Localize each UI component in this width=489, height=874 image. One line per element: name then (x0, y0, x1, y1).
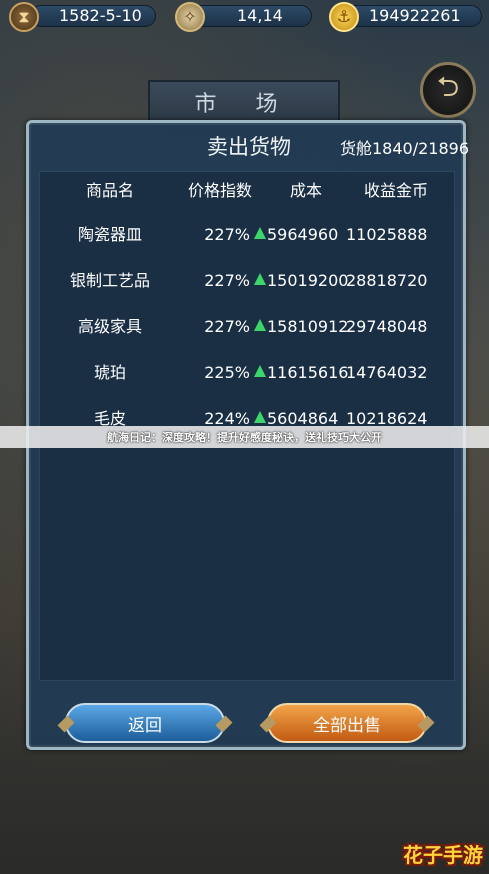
trend-up-icon (254, 411, 266, 423)
price-index: 225% (204, 363, 250, 382)
table-row[interactable]: 银制工艺品 227% 15019200 28818720 (40, 268, 456, 294)
return-arrow-button[interactable] (420, 62, 476, 118)
coordinate-value: 14,14 (237, 6, 283, 25)
goods-name: 高级家具 (77, 317, 142, 336)
header-name: 商品名 (85, 181, 134, 200)
trend-up-icon (254, 273, 266, 285)
market-sign: 市 场 (148, 80, 340, 124)
price-index: 227% (204, 317, 250, 336)
header-price-index: 价格指数 (187, 181, 252, 200)
cost-value: 5964960 (267, 225, 339, 244)
sell-all-button[interactable]: 全部出售 (267, 703, 427, 743)
table-header: 商品名 价格指数 成本 收益金币 (40, 178, 456, 204)
gold-display: 194922261 (329, 2, 482, 32)
cargo-value: 1840/21896 (371, 139, 469, 158)
cargo-label: 货舱 (339, 139, 372, 158)
table-row[interactable]: 陶瓷器皿 227% 5964960 11025888 (40, 222, 456, 248)
table-row[interactable]: 高级家具 227% 15810912 29748048 (40, 314, 456, 340)
cargo-capacity: 货舱1840/21896 (340, 135, 469, 159)
date-display: 1582-5-10 (9, 2, 156, 32)
price-index: 227% (204, 271, 250, 290)
gold-coin-icon (329, 2, 359, 32)
table-row[interactable]: 琥珀 225% 11615616 14764032 (40, 360, 456, 386)
goods-name: 银制工艺品 (69, 271, 150, 290)
back-button[interactable]: 返回 (65, 703, 225, 743)
top-status-bar: 1582-5-10 14,14 194922261 (0, 0, 489, 34)
trend-up-icon (254, 365, 266, 377)
goods-name: 琥珀 (93, 363, 126, 382)
revenue-value: 28818720 (346, 271, 428, 290)
revenue-value: 29748048 (346, 317, 428, 336)
hourglass-icon (9, 2, 39, 32)
cost-value: 15810912 (267, 317, 349, 336)
revenue-value: 14764032 (346, 363, 428, 382)
cost-value: 11615616 (267, 363, 349, 382)
cost-value: 15019200 (267, 271, 349, 290)
trend-up-icon (254, 227, 266, 239)
coordinate-display: 14,14 (175, 2, 312, 32)
header-cost: 成本 (289, 181, 322, 200)
header-revenue: 收益金币 (363, 181, 428, 200)
trend-up-icon (254, 319, 266, 331)
article-banner: 航海日记：深度攻略！提升好感度秘诀，送礼技巧大公开 (0, 426, 489, 448)
site-logo: 花子手游 (403, 843, 483, 867)
goods-name: 陶瓷器皿 (77, 225, 142, 244)
compass-icon (175, 2, 205, 32)
revenue-value: 11025888 (346, 225, 428, 244)
gold-value: 194922261 (369, 6, 461, 25)
price-index: 227% (204, 225, 250, 244)
date-value: 1582-5-10 (59, 6, 142, 25)
